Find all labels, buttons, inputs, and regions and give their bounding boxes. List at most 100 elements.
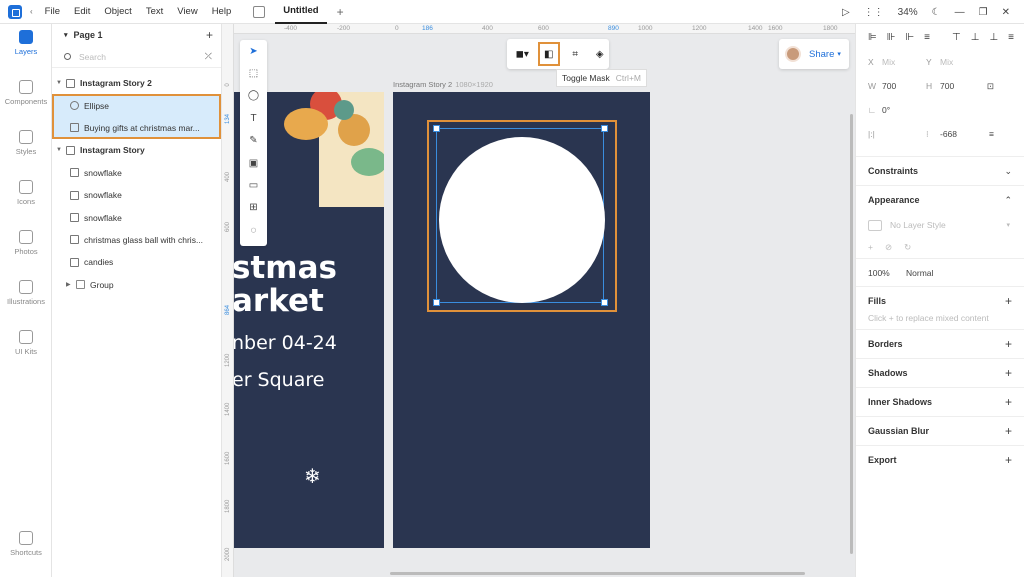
appearance-section[interactable]: Appearance ⌃ [856, 185, 1024, 214]
layer-style-select[interactable]: No Layer Style ▾ [856, 214, 1024, 236]
add-border-icon[interactable]: + [1005, 337, 1012, 351]
play-icon[interactable]: ▷ [842, 7, 850, 18]
back-arrow-icon[interactable]: ‹ [30, 7, 33, 16]
toggle-mask-button[interactable]: ◧ [537, 42, 560, 66]
share-button[interactable]: Share [809, 49, 834, 60]
distribute-v-icon[interactable]: ≡ [1008, 32, 1014, 43]
ellipse-tool-icon[interactable]: ◯ [240, 85, 267, 107]
spacing-field[interactable]: -668 [940, 129, 957, 139]
resize-handle[interactable] [601, 299, 608, 306]
menu-text[interactable]: Text [146, 6, 163, 17]
layer-frame[interactable]: ▼ Instagram Story 2 [52, 72, 221, 94]
menu-help[interactable]: Help [212, 6, 232, 17]
resize-handle[interactable] [601, 125, 608, 132]
chevron-down-icon[interactable]: ▾ [837, 50, 841, 58]
reset-style-icon[interactable]: ↻ [904, 242, 911, 253]
add-blur-icon[interactable]: + [1005, 424, 1012, 438]
canvas[interactable]: -400 -200 0 186 400 600 890 1000 1200 14… [222, 24, 855, 577]
opacity-field[interactable]: 100% [868, 268, 906, 278]
crop-icon[interactable]: ⌗ [566, 44, 585, 64]
y-field[interactable]: Mix [940, 57, 953, 67]
avatar[interactable] [785, 46, 801, 62]
align-left-icon[interactable]: ⊫ [868, 32, 877, 43]
rail-components[interactable]: Components [0, 80, 52, 124]
blend-mode-select[interactable]: Normal [906, 268, 933, 278]
layer-image[interactable]: snowflake [52, 162, 221, 184]
layer-frame[interactable]: ▼ Instagram Story [52, 139, 221, 161]
theme-toggle-icon[interactable]: ☾ [932, 7, 941, 18]
chevron-down-icon[interactable]: ⌄ [1004, 166, 1012, 177]
resize-handle[interactable] [433, 299, 440, 306]
inner-shadows-section[interactable]: Inner Shadows + [856, 387, 1024, 416]
align-center-h-icon[interactable]: ⊪ [887, 32, 896, 43]
add-fill-icon[interactable]: + [1005, 294, 1012, 308]
layer-image[interactable]: christmas glass ball with chris... [52, 229, 221, 251]
constraints-section[interactable]: Constraints ⌄ [856, 156, 1024, 185]
add-inner-shadow-icon[interactable]: + [1005, 395, 1012, 409]
frame-label[interactable]: Instagram Story 2 1080×1920 [393, 80, 493, 89]
borders-section[interactable]: Borders + [856, 329, 1024, 358]
instagram-story-2-frame[interactable] [393, 92, 650, 548]
lock-ratio-icon[interactable]: ⊡ [987, 81, 994, 92]
rail-illustrations[interactable]: Illustrations [0, 280, 52, 324]
menu-object[interactable]: Object [104, 6, 131, 17]
button-tool-icon[interactable]: ▭ [240, 174, 267, 196]
align-top-icon[interactable]: ⊤ [952, 32, 961, 43]
rail-photos[interactable]: Photos [0, 230, 52, 274]
pen-tool-icon[interactable]: ✎ [240, 130, 267, 152]
width-field[interactable]: 700 [882, 81, 926, 91]
grid-icon[interactable]: ⋮⋮ [864, 7, 884, 18]
frame-tool-icon[interactable]: ⬚ [240, 62, 267, 84]
gaussian-blur-section[interactable]: Gaussian Blur + [856, 416, 1024, 445]
page-selector[interactable]: ▾ Page 1 + [52, 24, 221, 46]
rail-styles[interactable]: Styles [0, 130, 52, 174]
caret-down-icon[interactable]: ▼ [56, 80, 66, 86]
add-shadow-icon[interactable]: + [1005, 366, 1012, 380]
menu-view[interactable]: View [177, 6, 197, 17]
caret-right-icon[interactable]: ▶ [66, 281, 76, 288]
align-right-icon[interactable]: ⊩ [905, 32, 914, 43]
rail-icons[interactable]: Icons [0, 180, 52, 224]
minimize-icon[interactable]: — [955, 7, 965, 18]
collapse-all-icon[interactable]: ⤫ [205, 51, 212, 62]
resize-handle[interactable] [433, 125, 440, 132]
select-tool-icon[interactable]: ➤ [240, 40, 267, 62]
restore-icon[interactable]: ❐ [979, 7, 988, 18]
x-field[interactable]: Mix [882, 57, 926, 67]
close-icon[interactable]: ✕ [1002, 7, 1010, 18]
comment-tool-icon[interactable]: ◌ [240, 219, 267, 241]
image-tool-icon[interactable]: ▣ [240, 152, 267, 174]
height-field[interactable]: 700 [940, 81, 954, 91]
home-icon[interactable] [253, 5, 266, 18]
ellipse-shape[interactable] [439, 137, 605, 303]
layer-ellipse[interactable]: Ellipse [52, 94, 221, 117]
add-tab-icon[interactable]: + [337, 5, 344, 19]
menu-file[interactable]: File [45, 6, 60, 17]
zoom-level[interactable]: 34% [898, 7, 918, 18]
caret-down-icon[interactable]: ▼ [56, 147, 66, 153]
detach-style-icon[interactable]: ⊘ [885, 242, 892, 253]
tab-untitled[interactable]: Untitled [275, 0, 327, 24]
add-page-icon[interactable]: + [206, 28, 213, 42]
layer-search[interactable]: Search ⤫ [52, 46, 221, 68]
layer-image[interactable]: candies [52, 251, 221, 273]
menu-edit[interactable]: Edit [74, 6, 90, 17]
add-style-icon[interactable]: + [868, 242, 873, 252]
menu-lines-icon[interactable]: ≡ [989, 129, 994, 139]
add-export-icon[interactable]: + [1005, 453, 1012, 467]
horizontal-scrollbar[interactable] [390, 572, 805, 575]
app-logo-icon[interactable] [8, 4, 22, 19]
layer-image[interactable]: snowflake [52, 206, 221, 228]
chevron-up-icon[interactable]: ⌃ [1004, 195, 1012, 206]
vertical-scrollbar[interactable] [850, 114, 853, 554]
export-section[interactable]: Export + [856, 445, 1024, 474]
layer-image[interactable]: snowflake [52, 184, 221, 206]
rail-layers[interactable]: Layers [0, 30, 52, 74]
layer-image[interactable]: Buying gifts at christmas mar... [52, 116, 221, 140]
component-tool-icon[interactable]: ⊞ [240, 197, 267, 219]
rail-ui-kits[interactable]: UI Kits [0, 330, 52, 374]
rotation-field[interactable]: 0° [882, 105, 890, 115]
layer-group[interactable]: ▶ Group [52, 274, 221, 296]
component-icon[interactable]: ◈ [591, 44, 610, 64]
align-center-v-icon[interactable]: ⊥ [971, 32, 980, 43]
